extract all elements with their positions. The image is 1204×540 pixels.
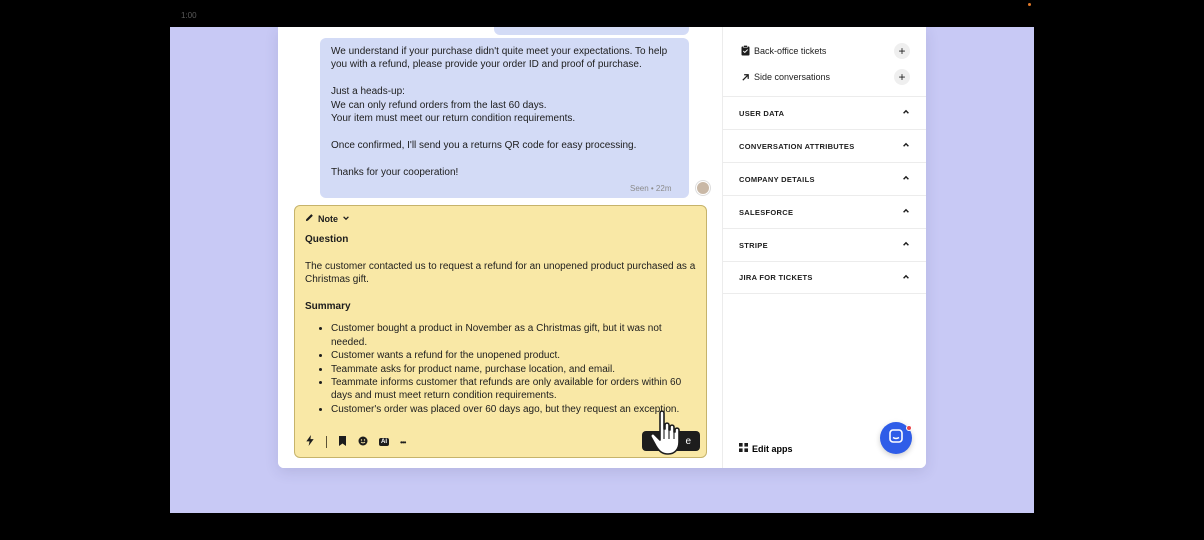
section-conversation-attributes[interactable]: CONVERSATION ATTRIBUTES — [723, 129, 926, 162]
bookmark-icon[interactable] — [338, 435, 347, 449]
message-line: Once confirmed, I'll send you a returns … — [331, 139, 637, 151]
summary-heading: Summary — [305, 301, 351, 312]
hand-pointer-icon — [648, 409, 688, 462]
list-item: Customer's order was placed over 60 days… — [331, 403, 696, 416]
chevron-up-icon — [902, 108, 910, 118]
list-item: Teammate asks for product name, purchase… — [331, 363, 696, 376]
note-toolbar: AI ••• — [305, 435, 406, 449]
message-line: Your item must meet our return condition… — [331, 113, 576, 125]
section-company-details[interactable]: COMPANY DETAILS — [723, 162, 926, 195]
question-text: Christmas gift. — [305, 274, 369, 286]
notification-dot — [906, 425, 912, 431]
recording-indicator — [1028, 3, 1031, 6]
message-bubble: We understand if your purchase didn't qu… — [320, 38, 689, 198]
list-item: Teammate informs customer that refunds a… — [331, 376, 696, 403]
arrow-up-right-icon — [739, 73, 751, 82]
section-jira-for-tickets[interactable]: JIRA FOR TICKETS — [723, 261, 926, 294]
edit-apps-button[interactable]: Edit apps — [739, 443, 793, 454]
seen-status: Seen • 22m — [630, 184, 672, 193]
list-item: Customer wants a refund for the unopened… — [331, 349, 696, 362]
message-line: We can only refund orders from the last … — [331, 99, 547, 111]
note-mode-label: Note — [318, 213, 338, 224]
message-line: We understand if your purchase didn't qu… — [331, 46, 668, 57]
note-mode-selector[interactable]: Note — [305, 213, 350, 224]
section-salesforce[interactable]: SALESFORCE — [723, 195, 926, 228]
section-title: JIRA FOR TICKETS — [739, 273, 813, 282]
add-backoffice-ticket-button[interactable]: + — [894, 42, 910, 59]
app-window: We understand if your purchase didn't qu… — [278, 27, 926, 468]
edit-apps-label: Edit apps — [752, 443, 793, 454]
section-user-data[interactable]: USER DATA — [723, 96, 926, 129]
chevron-up-icon — [902, 207, 910, 217]
previous-message-bubble — [494, 27, 689, 35]
more-options-icon[interactable]: ••• — [400, 438, 406, 447]
section-stripe[interactable]: STRIPE — [723, 228, 926, 261]
chat-icon — [889, 428, 903, 448]
add-side-conversation-button[interactable]: + — [894, 69, 910, 85]
apps-grid-icon — [739, 443, 748, 454]
question-heading: Question — [305, 234, 349, 245]
clipboard-icon — [739, 45, 751, 56]
avatar[interactable] — [696, 181, 710, 195]
chevron-down-icon — [342, 214, 350, 224]
message-line: you with a refund, please provide your o… — [331, 59, 642, 71]
chevron-up-icon — [902, 141, 910, 151]
list-item: Customer bought a product in November as… — [331, 322, 696, 349]
section-title: SALESFORCE — [739, 207, 794, 217]
sidebar-item-backoffice-tickets[interactable]: Back-office tickets + — [739, 42, 910, 59]
ai-button[interactable]: AI — [379, 438, 389, 446]
emoji-icon[interactable] — [358, 436, 368, 449]
note-text-area[interactable]: Question The customer contacted us to re… — [305, 233, 696, 416]
chevron-up-icon — [902, 273, 910, 283]
section-title: CONVERSATION ATTRIBUTES — [739, 141, 855, 151]
sidebar-item-label: Side conversations — [754, 72, 831, 82]
question-text: The customer contacted us to request a r… — [305, 260, 696, 272]
message-line: Just a heads-up: — [331, 86, 405, 98]
messenger-launcher-button[interactable] — [880, 422, 912, 454]
lightning-icon[interactable] — [305, 435, 315, 449]
toolbar-divider — [326, 436, 327, 448]
recording-timestamp: 1:00 — [181, 11, 197, 20]
details-sidebar: Back-office tickets + Side conversations… — [722, 27, 926, 468]
note-composer[interactable]: Note Question The customer contacted us … — [294, 205, 707, 458]
section-title: STRIPE — [739, 240, 768, 250]
chevron-up-icon — [902, 174, 910, 184]
sidebar-item-side-conversations[interactable]: Side conversations + — [739, 69, 910, 85]
message-line: Thanks for your cooperation! — [331, 166, 459, 178]
chevron-up-icon — [902, 240, 910, 250]
section-title: COMPANY DETAILS — [739, 174, 815, 184]
pencil-icon — [305, 213, 314, 224]
section-title: USER DATA — [739, 108, 785, 118]
sidebar-item-label: Back-office tickets — [754, 45, 827, 56]
conversation-pane: We understand if your purchase didn't qu… — [278, 27, 722, 468]
summary-list: Customer bought a product in November as… — [331, 322, 696, 416]
